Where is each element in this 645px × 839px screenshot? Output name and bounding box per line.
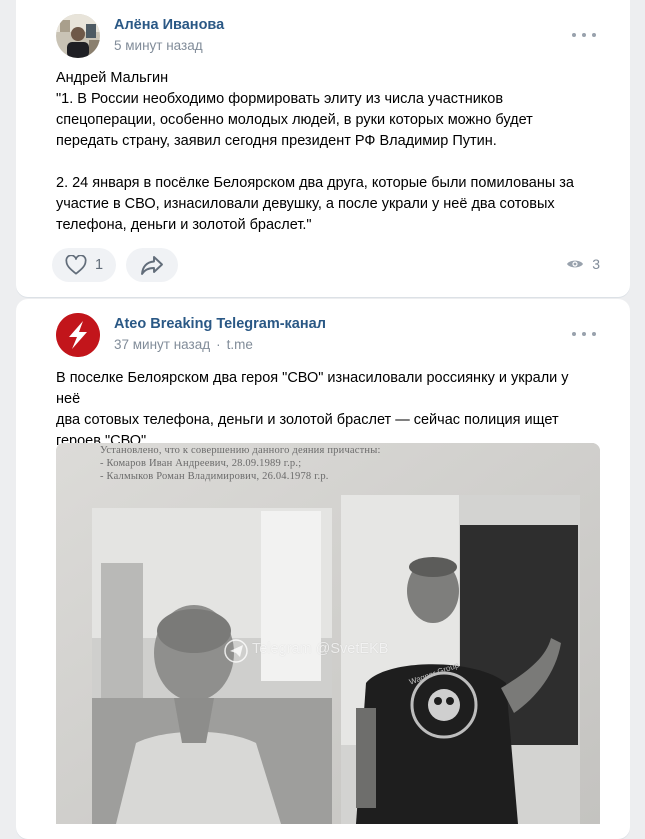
doc-text-line: - Комаров Иван Андреевич, 28.09.1989 г.р… — [100, 458, 302, 469]
post-author-name[interactable]: Алёна Иванова — [114, 17, 224, 33]
channel-avatar[interactable] — [56, 313, 100, 357]
heart-icon — [65, 255, 87, 275]
post-author-name[interactable]: Ateo Breaking Telegram-канал — [114, 316, 326, 332]
like-count: 1 — [95, 257, 104, 273]
post-text: В поселке Белоярском два героя "СВО" изн… — [56, 370, 569, 449]
post-timestamp[interactable]: 5 минут назад — [114, 38, 203, 53]
avatar[interactable] — [56, 14, 100, 58]
views-counter: 3 — [566, 256, 600, 272]
post-header: Ateo Breaking Telegram-канал 37 минут на… — [16, 299, 630, 359]
photo-image — [56, 443, 600, 824]
watermark-text: Telegram @SvetEKB — [252, 641, 389, 657]
post-source-link[interactable]: t.me — [227, 337, 253, 352]
doc-text-line: - Калмыков Роман Владимирович, 26.04.197… — [100, 471, 329, 482]
more-horizontal-icon[interactable] — [572, 29, 596, 41]
doc-text-line: Установлено, что к совершению данного де… — [100, 445, 381, 456]
share-button[interactable] — [126, 248, 178, 282]
lightning-bolt-icon — [56, 313, 100, 357]
more-horizontal-icon[interactable] — [572, 328, 596, 340]
post-card-1: Алёна Иванова 5 минут назад Андрей Мальг… — [16, 0, 630, 297]
share-arrow-icon — [141, 256, 163, 275]
meta-separator: · — [216, 337, 221, 352]
post-timestamp[interactable]: 37 минут назад — [114, 337, 210, 352]
like-button[interactable]: 1 — [52, 248, 116, 282]
post-actions: 1 3 — [16, 242, 630, 298]
telegram-watermark: Telegram @SvetEKB — [252, 641, 388, 657]
post-text: Андрей Мальгин "1. В России необходимо ф… — [56, 70, 574, 233]
post-meta: 5 минут назад — [114, 38, 203, 53]
post-meta: 37 минут назад · t.me — [114, 337, 253, 352]
eye-icon — [567, 260, 584, 268]
post-photo[interactable]: Установлено, что к совершению данного де… — [56, 443, 600, 824]
post-header: Алёна Иванова 5 минут назад — [16, 0, 630, 60]
views-count: 3 — [592, 256, 600, 272]
